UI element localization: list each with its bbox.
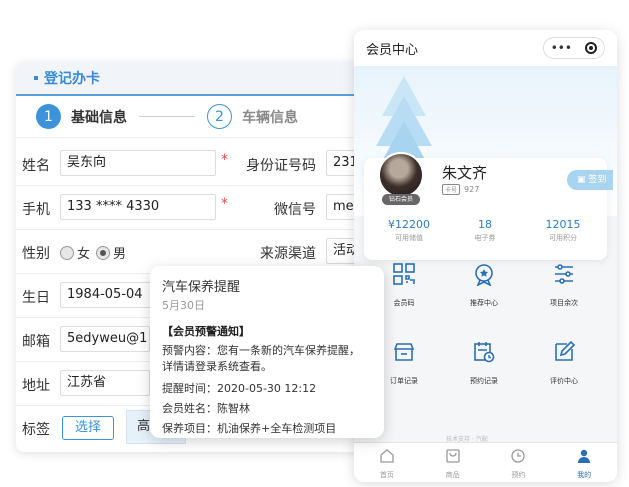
- popup-reminder-time: 提醒时间：2020-05-30 12:12: [162, 382, 317, 395]
- birthday-label: 生日: [22, 290, 50, 306]
- popup-content-line: 预警内容：您有一条新的汽车保养提醒，: [162, 344, 360, 357]
- store-icon: [393, 343, 415, 361]
- popup-title: 汽车保养提醒: [162, 280, 241, 295]
- tab-bar: 首页 商品 预约 我的: [354, 442, 617, 482]
- member-name: 朱文齐: [442, 164, 488, 182]
- address-province-select[interactable]: 江苏省: [60, 370, 150, 396]
- stat-coupons-value: 18: [478, 218, 492, 231]
- step-connector: [139, 116, 195, 117]
- member-center-phone: 会员中心 ••• 钻石会员 朱文齐 卡号 927 ▣ 签到 ¥12200 可用储值: [354, 30, 617, 482]
- phone-input[interactable]: 133 **** 4330: [60, 194, 216, 220]
- phone-label: 手机: [22, 202, 50, 218]
- email-label: 邮箱: [22, 334, 50, 350]
- step-1-number[interactable]: 1: [36, 104, 61, 129]
- phone-required-mark: *: [221, 196, 228, 212]
- wechat-label: 微信号: [274, 202, 316, 218]
- tab-mine[interactable]: 我的: [551, 443, 617, 482]
- grid-review-center[interactable]: 评价中心: [534, 340, 594, 386]
- bag-icon: [445, 449, 460, 463]
- calendar-clock-icon: [474, 342, 495, 363]
- user-icon: [578, 449, 591, 463]
- more-icon[interactable]: •••: [551, 41, 572, 55]
- gender-male-label: 男: [113, 247, 127, 262]
- gender-female-radio[interactable]: [60, 246, 74, 260]
- gender-male-option[interactable]: 男: [96, 243, 126, 262]
- edit-icon: [555, 340, 576, 361]
- popup-heading: 【会员预警通知】: [162, 325, 250, 338]
- step-2-number[interactable]: 2: [207, 104, 232, 129]
- stat-points[interactable]: 12015 可用积分: [528, 218, 598, 243]
- grid-review-center-label: 评价中心: [550, 377, 578, 385]
- name-required-mark: *: [221, 152, 228, 168]
- birthday-input[interactable]: 1984-05-04: [60, 282, 160, 308]
- maintenance-reminder-popup[interactable]: 汽车保养提醒 5月30日 【会员预警通知】 预警内容：您有一条新的汽车保养提醒，…: [150, 266, 384, 438]
- card-number: 卡号 927: [442, 184, 479, 195]
- grid-referral-center[interactable]: 推荐中心: [454, 262, 514, 308]
- tab-products-label: 商品: [445, 471, 460, 479]
- card-number-value: 927: [464, 185, 480, 194]
- form-row-phone: 手机 133 **** 4330 * 微信号 mel: [16, 186, 362, 230]
- phone-navbar: 会员中心 •••: [354, 30, 617, 66]
- step-indicator: 1 基础信息 2 车辆信息: [16, 96, 362, 138]
- name-label: 姓名: [22, 158, 50, 174]
- tag-label: 标签: [22, 422, 50, 438]
- member-level-badge: 钻石会员: [382, 194, 420, 205]
- popup-date: 5月30日: [162, 299, 205, 312]
- stat-balance[interactable]: ¥12200 可用储值: [374, 218, 444, 243]
- grid-remaining-items-label: 项目余次: [550, 299, 578, 307]
- id-number-label: 身份证号码: [246, 158, 316, 174]
- tab-home[interactable]: 首页: [354, 443, 420, 482]
- hero-banner: 钻石会员 朱文齐 卡号 927 ▣ 签到 ¥12200 可用储值 18 电子券 1…: [354, 66, 617, 260]
- grid-booking-records[interactable]: 预约记录: [454, 340, 514, 386]
- gender-female-label: 女: [77, 247, 91, 262]
- header-bullet: [34, 76, 38, 80]
- stat-balance-value: ¥12200: [388, 218, 430, 231]
- tab-mine-label: 我的: [577, 471, 592, 479]
- source-label: 来源渠道: [260, 246, 316, 262]
- signin-label: 签到: [588, 175, 607, 185]
- medal-icon: [475, 264, 493, 287]
- gender-male-radio[interactable]: [96, 246, 110, 260]
- gender-female-option[interactable]: 女: [60, 243, 90, 262]
- signin-button[interactable]: ▣ 签到: [567, 170, 613, 190]
- grid-booking-records-label: 预约记录: [470, 377, 498, 385]
- clock-icon: [511, 449, 526, 463]
- stat-coupons[interactable]: 18 电子券: [450, 218, 520, 243]
- address-label: 地址: [22, 378, 50, 394]
- tab-booking-label: 预约: [511, 471, 526, 479]
- avatar[interactable]: [378, 152, 424, 198]
- tab-home-label: 首页: [379, 471, 394, 479]
- tab-products[interactable]: 商品: [420, 443, 486, 482]
- email-input[interactable]: 5edyweu@1: [60, 326, 150, 352]
- stat-points-caption: 可用积分: [549, 234, 577, 242]
- name-input[interactable]: 吴东向: [60, 150, 216, 176]
- registration-header: 登记办卡: [16, 62, 362, 96]
- grid-remaining-items[interactable]: 项目余次: [534, 262, 594, 308]
- step-2-label[interactable]: 车辆信息: [242, 107, 298, 127]
- gender-label: 性别: [22, 246, 50, 262]
- miniapp-capsule[interactable]: •••: [543, 37, 605, 59]
- member-card: 钻石会员 朱文齐 卡号 927 ▣ 签到 ¥12200 可用储值 18 电子券 1…: [364, 152, 613, 260]
- popup-content-line: 详情请登录系统查看。: [162, 360, 272, 373]
- registration-title: 登记办卡: [44, 71, 100, 87]
- tab-booking[interactable]: 预约: [486, 443, 552, 482]
- stat-balance-caption: 可用储值: [395, 234, 423, 242]
- step-1-label[interactable]: 基础信息: [71, 107, 127, 127]
- sliders-icon: [555, 264, 573, 284]
- phone-title: 会员中心: [366, 42, 419, 58]
- qr-code-icon: [393, 263, 415, 285]
- close-circle-icon[interactable]: [585, 42, 598, 54]
- card-badge: 卡号: [442, 184, 461, 195]
- tag-select-button[interactable]: 选择: [62, 416, 114, 440]
- grid-referral-center-label: 推荐中心: [470, 299, 498, 307]
- home-icon: [380, 449, 394, 463]
- popup-service-items: 保养项目：机油保养+全车检测项目: [162, 422, 337, 435]
- form-row-name: 姓名 吴东向 * 身份证号码 231: [16, 142, 362, 186]
- popup-member-name: 会员姓名：陈智林: [162, 402, 250, 415]
- stat-coupons-caption: 电子券: [474, 234, 496, 242]
- stat-points-value: 12015: [545, 218, 581, 231]
